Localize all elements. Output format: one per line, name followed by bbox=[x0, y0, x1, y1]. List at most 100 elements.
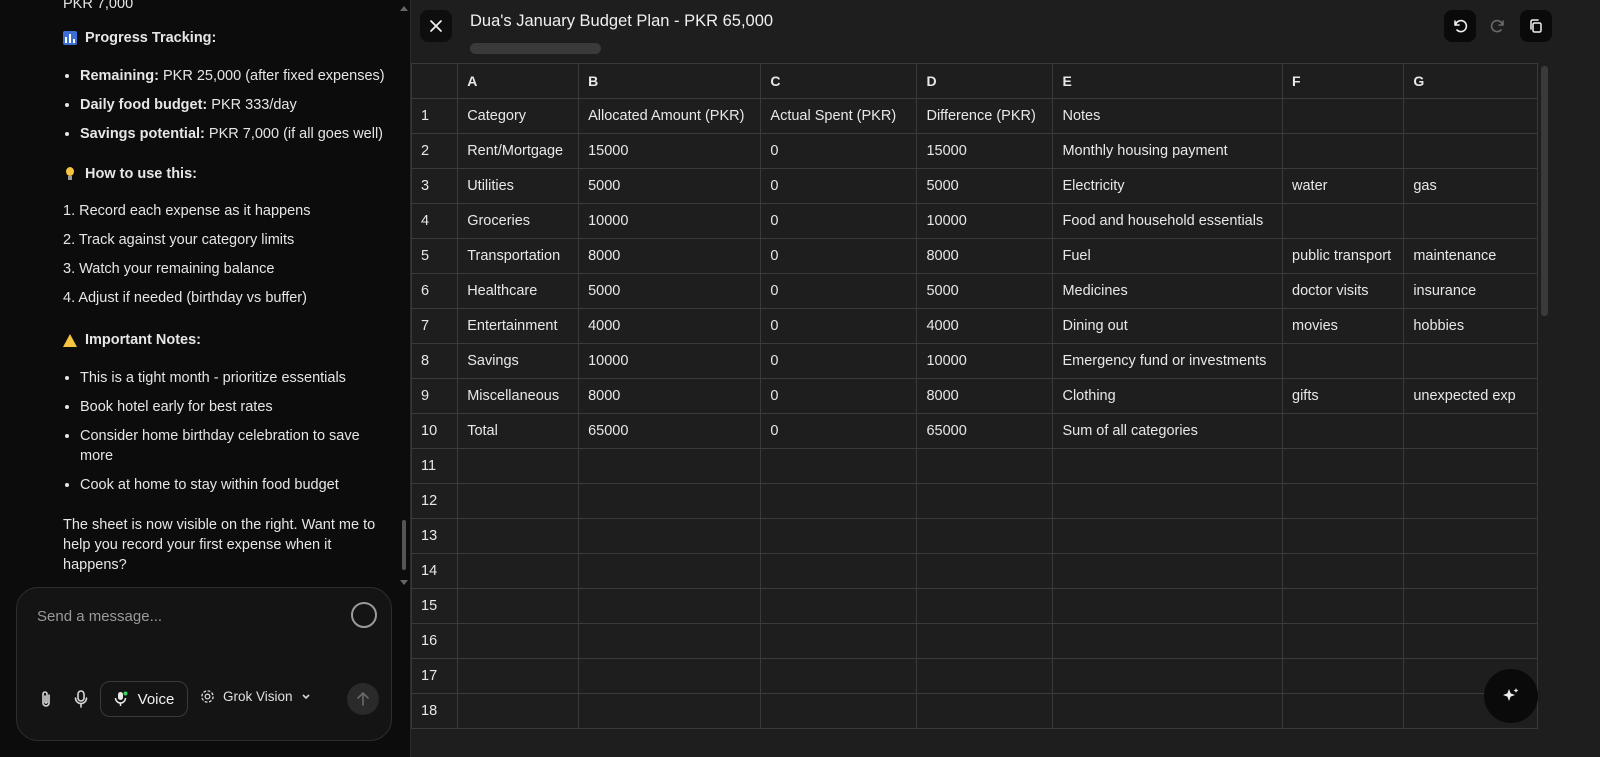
grid-cell[interactable]: Actual Spent (PKR) bbox=[760, 98, 918, 134]
grid-cell[interactable]: gas bbox=[1403, 168, 1538, 204]
grid-cell[interactable]: 0 bbox=[760, 133, 918, 169]
grid-cell[interactable]: Difference (PKR) bbox=[916, 98, 1054, 134]
column-header[interactable]: C bbox=[760, 63, 918, 99]
grid-cell[interactable]: 0 bbox=[760, 203, 918, 239]
row-header[interactable]: 14 bbox=[411, 553, 459, 589]
grid-cell[interactable] bbox=[916, 658, 1054, 694]
grid-cell[interactable]: 8000 bbox=[578, 238, 762, 274]
grid-cell[interactable] bbox=[1403, 343, 1538, 379]
grid-cell[interactable] bbox=[916, 483, 1054, 519]
grid-cell[interactable] bbox=[1281, 658, 1405, 694]
grid-cell[interactable]: Utilities bbox=[457, 168, 580, 204]
grid-cell[interactable] bbox=[457, 518, 580, 554]
row-header[interactable]: 13 bbox=[411, 518, 459, 554]
grid-cell[interactable]: Monthly housing payment bbox=[1052, 133, 1283, 169]
grid-cell[interactable] bbox=[578, 483, 762, 519]
grid-cell[interactable]: Groceries bbox=[457, 203, 580, 239]
grid-cell[interactable] bbox=[1281, 133, 1405, 169]
grid-cell[interactable]: water bbox=[1281, 168, 1405, 204]
message-input[interactable]: Send a message... bbox=[37, 608, 162, 625]
send-button[interactable] bbox=[347, 683, 379, 715]
grid-cell[interactable]: 0 bbox=[760, 238, 918, 274]
row-header[interactable]: 7 bbox=[411, 308, 459, 344]
grid-cell[interactable]: insurance bbox=[1403, 273, 1538, 309]
grid-cell[interactable]: 0 bbox=[760, 168, 918, 204]
grid-cell[interactable] bbox=[578, 518, 762, 554]
grid-cell[interactable] bbox=[457, 448, 580, 484]
row-header[interactable]: 17 bbox=[411, 658, 459, 694]
chat-messages[interactable]: PKR 7,000 Progress Tracking: Remaining: … bbox=[0, 0, 410, 600]
grid-cell[interactable] bbox=[1281, 413, 1405, 449]
grid-cell[interactable] bbox=[578, 693, 762, 729]
grid-cell[interactable] bbox=[1052, 693, 1283, 729]
grid-cell[interactable] bbox=[760, 693, 918, 729]
voice-button[interactable]: Voice bbox=[100, 681, 188, 717]
grid-cell[interactable] bbox=[1403, 203, 1538, 239]
grid-cell[interactable] bbox=[760, 588, 918, 624]
grid-cell[interactable]: 0 bbox=[760, 308, 918, 344]
grid-cell[interactable]: Entertainment bbox=[457, 308, 580, 344]
scroll-up-arrow-icon[interactable] bbox=[400, 6, 408, 11]
row-header[interactable]: 18 bbox=[411, 693, 459, 729]
grid-cell[interactable]: 0 bbox=[760, 343, 918, 379]
column-header[interactable]: E bbox=[1052, 63, 1283, 99]
grid-cell[interactable] bbox=[457, 623, 580, 659]
column-header[interactable]: F bbox=[1281, 63, 1405, 99]
grid-cell[interactable] bbox=[457, 588, 580, 624]
grid-cell[interactable]: 0 bbox=[760, 378, 918, 414]
grid-cell[interactable]: gifts bbox=[1281, 378, 1405, 414]
grid-cell[interactable] bbox=[457, 553, 580, 589]
grid-cell[interactable]: 5000 bbox=[578, 273, 762, 309]
row-header[interactable]: 6 bbox=[411, 273, 459, 309]
grid-cell[interactable] bbox=[916, 588, 1054, 624]
grid-cell[interactable]: 10000 bbox=[578, 343, 762, 379]
grid-cell[interactable]: hobbies bbox=[1403, 308, 1538, 344]
grid-cell[interactable] bbox=[760, 518, 918, 554]
grid-cell[interactable]: 65000 bbox=[578, 413, 762, 449]
grid-cell[interactable]: maintenance bbox=[1403, 238, 1538, 274]
grid-cell[interactable] bbox=[457, 693, 580, 729]
row-header[interactable]: 11 bbox=[411, 448, 459, 484]
column-header[interactable]: A bbox=[457, 63, 580, 99]
grid-cell[interactable]: Electricity bbox=[1052, 168, 1283, 204]
grid-cell[interactable]: 15000 bbox=[916, 133, 1054, 169]
grid-cell[interactable] bbox=[1281, 693, 1405, 729]
grid-cell[interactable]: Savings bbox=[457, 343, 580, 379]
grid-cell[interactable] bbox=[1052, 658, 1283, 694]
grid-cell[interactable]: unexpected exp bbox=[1403, 378, 1538, 414]
grid-cell[interactable] bbox=[1403, 553, 1538, 589]
grid-cell[interactable]: 10000 bbox=[578, 203, 762, 239]
grid-cell[interactable] bbox=[578, 553, 762, 589]
grid-scrollbar[interactable] bbox=[1541, 66, 1548, 316]
grid-cell[interactable] bbox=[457, 658, 580, 694]
grid-cell[interactable] bbox=[1403, 623, 1538, 659]
grid-cell[interactable]: Notes bbox=[1052, 98, 1283, 134]
column-header[interactable]: B bbox=[578, 63, 762, 99]
column-header[interactable]: G bbox=[1403, 63, 1538, 99]
grid-cell[interactable] bbox=[1052, 448, 1283, 484]
grid-cell[interactable] bbox=[1403, 483, 1538, 519]
grid-cell[interactable]: Rent/Mortgage bbox=[457, 133, 580, 169]
row-header[interactable]: 1 bbox=[411, 98, 459, 134]
grid-cell[interactable] bbox=[578, 658, 762, 694]
grid-cell[interactable] bbox=[760, 483, 918, 519]
grid-cell[interactable]: Dining out bbox=[1052, 308, 1283, 344]
row-header[interactable]: 2 bbox=[411, 133, 459, 169]
grid-cell[interactable]: Medicines bbox=[1052, 273, 1283, 309]
row-header[interactable]: 16 bbox=[411, 623, 459, 659]
grid-cell[interactable] bbox=[1403, 413, 1538, 449]
row-header[interactable]: 4 bbox=[411, 203, 459, 239]
row-header[interactable]: 15 bbox=[411, 588, 459, 624]
grid-cell[interactable] bbox=[1052, 518, 1283, 554]
grid-cell[interactable] bbox=[1281, 553, 1405, 589]
chat-scrollbar[interactable] bbox=[402, 520, 406, 570]
grid-cell[interactable]: Miscellaneous bbox=[457, 378, 580, 414]
grid-cell[interactable]: 0 bbox=[760, 413, 918, 449]
grid-cell[interactable] bbox=[578, 448, 762, 484]
grid-cell[interactable] bbox=[916, 448, 1054, 484]
spreadsheet-grid[interactable]: A B C D E F G 1 Category Allocated Amount … bbox=[411, 63, 1538, 757]
grid-cell[interactable]: 8000 bbox=[916, 378, 1054, 414]
row-header[interactable]: 3 bbox=[411, 168, 459, 204]
grid-cell[interactable]: 0 bbox=[760, 273, 918, 309]
grid-cell[interactable] bbox=[760, 448, 918, 484]
